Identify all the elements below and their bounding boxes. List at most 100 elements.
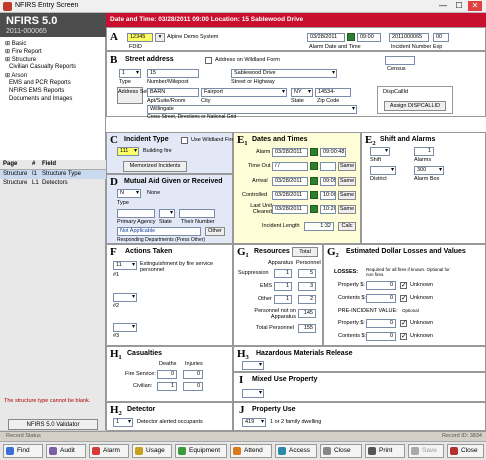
usage-button[interactable]: Usage (132, 444, 172, 458)
alarm-button[interactable]: Alarm (89, 444, 129, 458)
calendar-icon[interactable] (347, 33, 355, 41)
street-select[interactable]: Sablewood Drive (231, 69, 337, 78)
apt-input[interactable]: BARN (147, 88, 199, 97)
incident-length-value[interactable]: 1:32 (304, 222, 334, 231)
fire-service-injuries[interactable]: 0 (183, 370, 203, 379)
detector-select[interactable]: 1 (113, 418, 133, 427)
tree-item-arson[interactable]: ⊞ Arson (5, 72, 27, 79)
close-incident-button[interactable]: Close (320, 444, 362, 458)
calendar-icon[interactable] (310, 148, 318, 156)
zip-input[interactable]: 14534- (315, 88, 351, 97)
other-personnel[interactable]: 2 (298, 295, 316, 304)
contents-value-input[interactable]: 0 (366, 332, 396, 341)
property-value-input[interactable]: 0 (366, 319, 396, 328)
wildland-address-checkbox[interactable] (205, 57, 212, 64)
property-use-select[interactable]: 419 (242, 418, 266, 427)
calc-button[interactable]: Calc (338, 222, 356, 231)
shift-select[interactable] (370, 147, 390, 156)
contents-unknown-checkbox[interactable] (400, 294, 407, 302)
grid-row[interactable]: Structure I1 Structure Type (0, 170, 106, 179)
close-button[interactable]: Close (447, 444, 484, 458)
cleared-date-input[interactable]: 03/28/2011 (272, 205, 308, 214)
civilian-injuries[interactable]: 0 (183, 382, 203, 391)
find-button[interactable]: Find (3, 444, 43, 458)
attend-button[interactable]: Attend (230, 444, 272, 458)
other-apparatus[interactable]: 1 (274, 295, 292, 304)
same-button[interactable]: Same (338, 162, 356, 171)
memorized-incidents-button[interactable]: Memorized Incidents (123, 161, 187, 172)
city-select[interactable]: Fairport (201, 88, 287, 97)
contents-loss-input[interactable]: 0 (366, 294, 396, 303)
alarm-date-input[interactable]: 03/28/2011 (272, 148, 308, 157)
audit-button[interactable]: Audit (46, 444, 86, 458)
grid-row[interactable]: Structure L1 Detectors (0, 179, 106, 188)
maximize-button[interactable]: ☐ (452, 1, 466, 11)
action-2-select[interactable] (113, 293, 137, 302)
not-on-apparatus-value[interactable]: 145 (298, 309, 316, 318)
alarm-box-select[interactable]: 300 (414, 166, 444, 175)
same-button[interactable]: Same (338, 177, 356, 186)
civilian-deaths[interactable]: 1 (157, 382, 177, 391)
arrival-time-input[interactable]: 09:05:00 (320, 177, 336, 186)
time-out-date-input[interactable]: / / (272, 162, 308, 171)
tree-item-nfirs-ems[interactable]: NFIRS EMS Reports (9, 88, 64, 94)
validator-button[interactable]: NFIRS 5.0 Validator (8, 419, 98, 430)
calendar-icon[interactable] (310, 177, 318, 185)
calendar-icon[interactable] (310, 162, 318, 170)
tree-item-basic[interactable]: ⊞ Basic (5, 40, 26, 47)
tree-item-fire-report[interactable]: ⊞ Fire Report (5, 48, 42, 55)
incident-number-input[interactable]: 2011000065 (389, 33, 429, 42)
census-input[interactable] (385, 56, 415, 65)
ems-apparatus[interactable]: 1 (274, 282, 292, 291)
same-button[interactable]: Same (338, 205, 356, 214)
cleared-time-input[interactable]: 10:20:00 (320, 205, 336, 214)
calendar-icon[interactable] (310, 205, 318, 213)
close-window-button[interactable]: ✕ (468, 1, 482, 11)
calendar-icon[interactable] (310, 191, 318, 199)
alarm-time-input[interactable]: 09:00 (357, 33, 381, 42)
controlled-date-input[interactable]: 03/28/2011 (272, 191, 308, 200)
street-number-input[interactable]: 15 (147, 69, 199, 78)
controlled-time-input[interactable]: 10:00:00 (320, 191, 336, 200)
primary-agency-input[interactable] (117, 209, 155, 218)
mutual-aid-select[interactable]: N (117, 189, 141, 198)
assign-dispcallid-button[interactable]: Assign DISPCALLID (384, 101, 446, 111)
property-unknown-checkbox[interactable] (400, 281, 407, 289)
aid-state-select[interactable] (159, 209, 175, 218)
tree-item-documents[interactable]: Documents and Images (9, 96, 72, 102)
alarms-input[interactable]: 1 (414, 147, 434, 156)
mixed-use-select[interactable] (242, 389, 264, 398)
action-3-select[interactable] (113, 323, 137, 332)
fdid-lookup-button[interactable]: ▾ (155, 33, 165, 42)
minimize-button[interactable]: — (436, 1, 450, 11)
total-personnel-value[interactable]: 155 (298, 324, 316, 333)
time-out-time-input[interactable] (320, 162, 336, 171)
address-type-select[interactable]: 1 (119, 69, 141, 78)
other-button[interactable]: Other (205, 227, 225, 236)
wildland-fire-checkbox[interactable] (181, 137, 188, 144)
tree-item-ems[interactable]: EMS and PCR Reports (9, 80, 71, 86)
their-number-input[interactable] (179, 209, 215, 218)
responding-departments-field[interactable]: Not Applicable (117, 227, 201, 236)
suppression-apparatus[interactable]: 1 (274, 269, 292, 278)
hazmat-select[interactable] (242, 361, 264, 370)
alarm-time-input[interactable]: 09:00:48 (320, 148, 346, 157)
alarm-date-input[interactable]: 03/28/2011 (307, 33, 345, 42)
district-select[interactable] (370, 166, 396, 175)
state-select[interactable]: NY (291, 88, 313, 97)
exposure-input[interactable]: 00 (433, 33, 449, 42)
print-button[interactable]: Print (365, 444, 405, 458)
cross-street-select[interactable]: Willingate (147, 105, 357, 114)
arrival-date-input[interactable]: 03/28/2011 (272, 177, 308, 186)
incident-type-select[interactable]: 111 (117, 147, 139, 156)
action-1-select[interactable]: 11 (113, 261, 137, 270)
contents-value-unknown-checkbox[interactable] (400, 332, 407, 340)
tree-item-structure[interactable]: ⊞ Structure (5, 56, 36, 63)
save-button[interactable]: Save (408, 444, 444, 458)
suppression-personnel[interactable]: 5 (298, 269, 316, 278)
tree-item-civilian[interactable]: Civilian Casualty Reports (9, 64, 76, 70)
total-button[interactable]: Total (292, 247, 318, 257)
fdid-input[interactable]: 12345 (127, 33, 153, 42)
access-button[interactable]: Access (275, 444, 317, 458)
equipment-button[interactable]: Equipment (175, 444, 227, 458)
